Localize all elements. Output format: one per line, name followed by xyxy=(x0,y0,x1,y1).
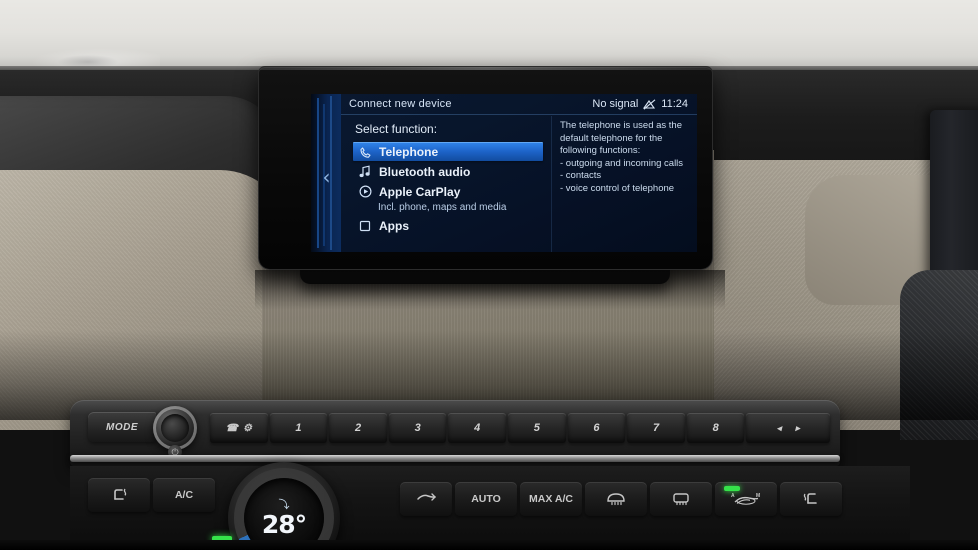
info-line: default telephone for the xyxy=(560,132,663,144)
phone-icon: ☎ xyxy=(225,422,239,434)
preset-button-strip: ☎ ⚙ 1 2 3 4 5 6 7 8 ◂ ▸ xyxy=(210,413,831,443)
fan-speed-button[interactable] xyxy=(400,482,452,516)
media-source-button[interactable]: ☎ ⚙ xyxy=(210,413,268,443)
telephone-icon xyxy=(358,145,372,159)
menu-item-bluetooth-audio[interactable]: Bluetooth audio xyxy=(353,162,551,181)
bezel-highlight xyxy=(259,67,712,70)
signal-status-label: No signal xyxy=(592,98,639,110)
info-line: - voice control of telephone xyxy=(560,182,675,194)
preset-button-6[interactable]: 6 xyxy=(567,413,626,443)
list-caption: Select function: xyxy=(355,122,438,136)
menu-item-apps[interactable]: Apps xyxy=(353,216,551,235)
airflow-direction-icon: ⤵ xyxy=(278,498,290,511)
menu-item-apple-carplay[interactable]: Apple CarPlay xyxy=(353,182,551,201)
console-chrome-trim xyxy=(70,455,840,462)
preset-button-8[interactable]: 8 xyxy=(686,413,745,443)
screen-header: Connect new device No signal 11:24 xyxy=(341,94,697,115)
menu-item-sublabel: Incl. phone, maps and media xyxy=(378,202,507,213)
volume-knob-center[interactable] xyxy=(161,414,189,442)
recirculation-icon: A M xyxy=(729,490,763,509)
music-note-icon xyxy=(358,165,372,179)
menu-item-label: Bluetooth audio xyxy=(379,164,471,179)
preset-button-2[interactable]: 2 xyxy=(329,413,387,443)
next-track-icon[interactable]: ▸ xyxy=(795,423,800,434)
screen-body: Select function: Telephone Bluetooth aud… xyxy=(341,116,697,252)
temperature-value: 28° xyxy=(261,509,307,539)
previous-track-icon[interactable]: ◂ xyxy=(777,423,782,434)
info-line: following functions: xyxy=(560,145,641,157)
info-line: - outgoing and incoming calls xyxy=(560,157,684,169)
max-ac-button[interactable]: MAX A/C xyxy=(520,482,582,516)
screen-left-rail: ‹ xyxy=(311,94,341,252)
function-list: Select function: Telephone Bluetooth aud… xyxy=(341,116,551,252)
front-defrost-icon xyxy=(604,490,628,509)
volume-knob[interactable] xyxy=(153,406,197,450)
carplay-icon xyxy=(358,185,372,199)
menu-item-label: Apple CarPlay xyxy=(379,184,461,199)
climate-right-buttons: AUTO MAX A/C A M xyxy=(400,482,842,516)
gear-icon: ⚙ xyxy=(243,422,253,434)
preset-button-3[interactable]: 3 xyxy=(388,413,447,443)
console-bottom-edge xyxy=(0,540,978,550)
back-chevron-icon[interactable]: ‹ xyxy=(320,166,333,188)
preset-button-4[interactable]: 4 xyxy=(448,413,507,443)
fan-icon xyxy=(415,490,437,509)
recirculation-button[interactable]: A M xyxy=(715,482,777,516)
no-signal-icon xyxy=(643,98,656,110)
menu-item-telephone[interactable]: Telephone xyxy=(353,142,543,161)
preset-button-7[interactable]: 7 xyxy=(627,413,685,443)
info-line: The telephone is used as the xyxy=(560,120,683,131)
clock: 11:24 xyxy=(661,98,688,110)
auto-button[interactable]: AUTO xyxy=(455,482,517,516)
preset-button-5[interactable]: 5 xyxy=(508,413,566,443)
head-unit-display-bezel: ‹ Connect new device No signal 11:24 Sel… xyxy=(258,66,713,270)
info-line: - contacts xyxy=(560,170,602,182)
car-infotainment-photo: ‹ Connect new device No signal 11:24 Sel… xyxy=(0,0,978,550)
track-skip-buttons[interactable]: ◂ ▸ xyxy=(746,413,831,443)
seat-heater-icon xyxy=(109,486,129,505)
climate-left-buttons: A/C xyxy=(88,478,215,512)
menu-item-label: Apps xyxy=(379,218,409,233)
seat-heater-icon xyxy=(801,490,821,509)
recirculation-led xyxy=(724,486,740,491)
seat-heater-left-button[interactable] xyxy=(88,478,150,512)
mode-button[interactable]: MODE xyxy=(88,412,156,442)
preset-button-1[interactable]: 1 xyxy=(269,413,328,443)
page-title: Connect new device xyxy=(349,98,452,110)
rear-defrost-icon xyxy=(669,490,693,509)
rail-stripe xyxy=(317,98,319,248)
seat-heater-right-button[interactable] xyxy=(780,482,842,516)
idrive-screen[interactable]: ‹ Connect new device No signal 11:24 Sel… xyxy=(311,94,697,252)
svg-text:A: A xyxy=(731,493,735,499)
front-defrost-button[interactable] xyxy=(585,482,647,516)
status-area: No signal 11:24 xyxy=(592,98,688,110)
rear-defrost-button[interactable] xyxy=(650,482,712,516)
menu-item-label: Telephone xyxy=(379,145,439,159)
ac-button[interactable]: A/C xyxy=(153,478,215,512)
info-panel: The telephone is used as the default tel… xyxy=(551,116,697,252)
apps-square-icon xyxy=(358,219,372,233)
